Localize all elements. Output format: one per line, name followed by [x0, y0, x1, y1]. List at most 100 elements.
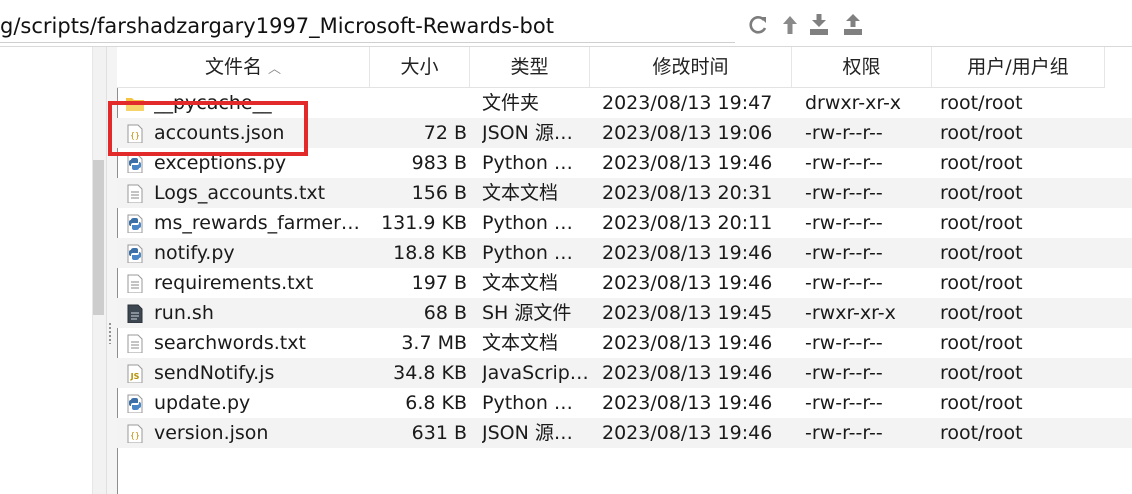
- column-header-permissions[interactable]: 权限: [792, 47, 932, 87]
- file-name: sendNotify.js: [154, 362, 275, 384]
- file-type: 文本文档: [482, 332, 559, 354]
- file-name: __pycache__: [154, 92, 272, 114]
- file-row[interactable]: exceptions.py 983 B Python … 2023/08/13 19:…: [117, 148, 1132, 178]
- file-row[interactable]: requirements.txt 197 B 文本文档 2023/08/13 19:4…: [117, 268, 1132, 298]
- file-type: 文本文档: [482, 182, 559, 204]
- file-owner: root/root: [940, 392, 1023, 414]
- path-bar: g/scripts/farshadzargary1997_Microsoft-R…: [0, 0, 1132, 47]
- file-owner: root/root: [940, 272, 1023, 294]
- file-size: [367, 88, 467, 118]
- file-size: 131.9 KB: [381, 212, 467, 234]
- file-owner: root/root: [940, 422, 1023, 444]
- file-row[interactable]: run.sh 68 B SH 源文件 2023/08/13 19:45 -rwxr-xr…: [117, 298, 1132, 328]
- file-permissions: -rw-r--r--: [805, 422, 883, 444]
- file-owner: root/root: [940, 122, 1023, 144]
- column-header-name[interactable]: 文件名 ︿: [117, 47, 370, 87]
- file-modified: 2023/08/13 19:06: [602, 122, 773, 144]
- path-input[interactable]: g/scripts/farshadzargary1997_Microsoft-R…: [0, 10, 735, 43]
- file-permissions: -rw-r--r--: [805, 272, 883, 294]
- file-owner: root/root: [940, 92, 1023, 114]
- shell-file-icon: [125, 303, 145, 323]
- file-owner: root/root: [940, 332, 1023, 354]
- js-file-icon: JS: [125, 363, 145, 383]
- file-list: 文件名 ︿ 大小 类型 修改时间 权限 用户/用户组 __pycache__ 文件夹…: [117, 47, 1132, 494]
- file-row[interactable]: notify.py 18.8 KB Python … 2023/08/13 19:46…: [117, 238, 1132, 268]
- upload-button[interactable]: [842, 13, 864, 37]
- file-type: SH 源文件: [482, 302, 572, 324]
- file-size: 197 B: [411, 272, 467, 294]
- column-header-size[interactable]: 大小: [370, 47, 470, 87]
- file-owner: root/root: [940, 302, 1023, 324]
- file-modified: 2023/08/13 19:46: [602, 152, 773, 174]
- file-row[interactable]: Logs_accounts.txt 156 B 文本文档 2023/08/13 20:…: [117, 178, 1132, 208]
- file-permissions: -rw-r--r--: [805, 242, 883, 264]
- file-row[interactable]: {} accounts.json 72 B JSON 源… 2023/08/13 19:…: [117, 118, 1132, 148]
- text-file-icon: [125, 333, 145, 353]
- file-permissions: -rw-r--r--: [805, 332, 883, 354]
- python-file-icon: [125, 243, 145, 263]
- file-owner: root/root: [940, 362, 1023, 384]
- go-up-icon: [783, 16, 797, 34]
- python-file-icon: [125, 393, 145, 413]
- column-header-owner[interactable]: 用户/用户组: [932, 47, 1105, 87]
- file-modified: 2023/08/13 19:46: [602, 392, 773, 414]
- column-name-label: 文件名: [204, 56, 262, 78]
- folder-icon: [125, 93, 145, 113]
- file-modified: 2023/08/13 19:45: [602, 302, 773, 324]
- column-header-type[interactable]: 类型: [470, 47, 590, 87]
- sort-ascending-icon: ︿: [268, 62, 282, 77]
- file-modified: 2023/08/13 19:46: [602, 272, 773, 294]
- file-permissions: -rwxr-xr-x: [805, 302, 896, 324]
- svg-text:{}: {}: [130, 131, 140, 140]
- refresh-icon: [749, 15, 767, 34]
- file-row[interactable]: searchwords.txt 3.7 MB 文本文档 2023/08/13 19:4…: [117, 328, 1132, 358]
- go-up-button[interactable]: [779, 13, 801, 37]
- svg-text:JS: JS: [130, 372, 140, 381]
- file-size: 983 B: [411, 152, 467, 174]
- refresh-button[interactable]: [747, 13, 769, 37]
- column-modified-label: 修改时间: [652, 56, 729, 78]
- file-size: 18.8 KB: [393, 242, 467, 264]
- file-type: JSON 源…: [482, 422, 573, 444]
- file-permissions: -rw-r--r--: [805, 392, 883, 414]
- file-size: 3.7 MB: [401, 332, 467, 354]
- file-permissions: -rw-r--r--: [805, 362, 883, 384]
- file-modified: 2023/08/13 20:31: [602, 182, 773, 204]
- file-modified: 2023/08/13 19:46: [602, 422, 773, 444]
- column-owner-label: 用户/用户组: [967, 56, 1069, 78]
- directory-tree-pane[interactable]: [0, 47, 106, 494]
- file-type: JSON 源…: [482, 122, 573, 144]
- column-type-label: 类型: [510, 56, 549, 78]
- download-icon: [810, 14, 828, 35]
- file-type: 文本文档: [482, 272, 559, 294]
- file-owner: root/root: [940, 152, 1023, 174]
- file-name: run.sh: [154, 302, 214, 324]
- file-row[interactable]: JS sendNotify.js 34.8 KB JavaScrip… 2023/08/…: [117, 358, 1132, 388]
- splitter-grip[interactable]: [108, 322, 112, 344]
- tree-scrollbar-thumb[interactable]: [93, 160, 104, 315]
- file-name: ms_rewards_farmer…: [154, 212, 360, 234]
- file-modified: 2023/08/13 19:47: [602, 92, 773, 114]
- file-owner: root/root: [940, 212, 1023, 234]
- file-permissions: drwxr-xr-x: [805, 92, 902, 114]
- file-row[interactable]: __pycache__ 文件夹 2023/08/13 19:47 drwxr-xr-x…: [117, 88, 1132, 118]
- file-name: exceptions.py: [154, 152, 287, 174]
- column-header-modified[interactable]: 修改时间: [590, 47, 792, 87]
- python-file-icon: [125, 213, 145, 233]
- file-modified: 2023/08/13 19:46: [602, 332, 773, 354]
- file-name: Logs_accounts.txt: [154, 182, 326, 204]
- file-name: requirements.txt: [154, 272, 314, 294]
- download-button[interactable]: [808, 13, 830, 37]
- file-permissions: -rw-r--r--: [805, 182, 883, 204]
- file-size: 631 B: [411, 422, 467, 444]
- file-type: JavaScrip…: [482, 362, 589, 384]
- file-row[interactable]: {} version.json 631 B JSON 源… 2023/08/13 19:…: [117, 418, 1132, 448]
- file-permissions: -rw-r--r--: [805, 212, 883, 234]
- file-row[interactable]: update.py 6.8 KB Python … 2023/08/13 19:46 -…: [117, 388, 1132, 418]
- file-modified: 2023/08/13 19:46: [602, 242, 773, 264]
- file-size: 6.8 KB: [405, 392, 467, 414]
- file-type: 文件夹: [482, 92, 540, 114]
- file-name: version.json: [154, 422, 269, 444]
- file-row[interactable]: ms_rewards_farmer… 131.9 KB Python … 2023/0…: [117, 208, 1132, 238]
- file-name: notify.py: [154, 242, 235, 264]
